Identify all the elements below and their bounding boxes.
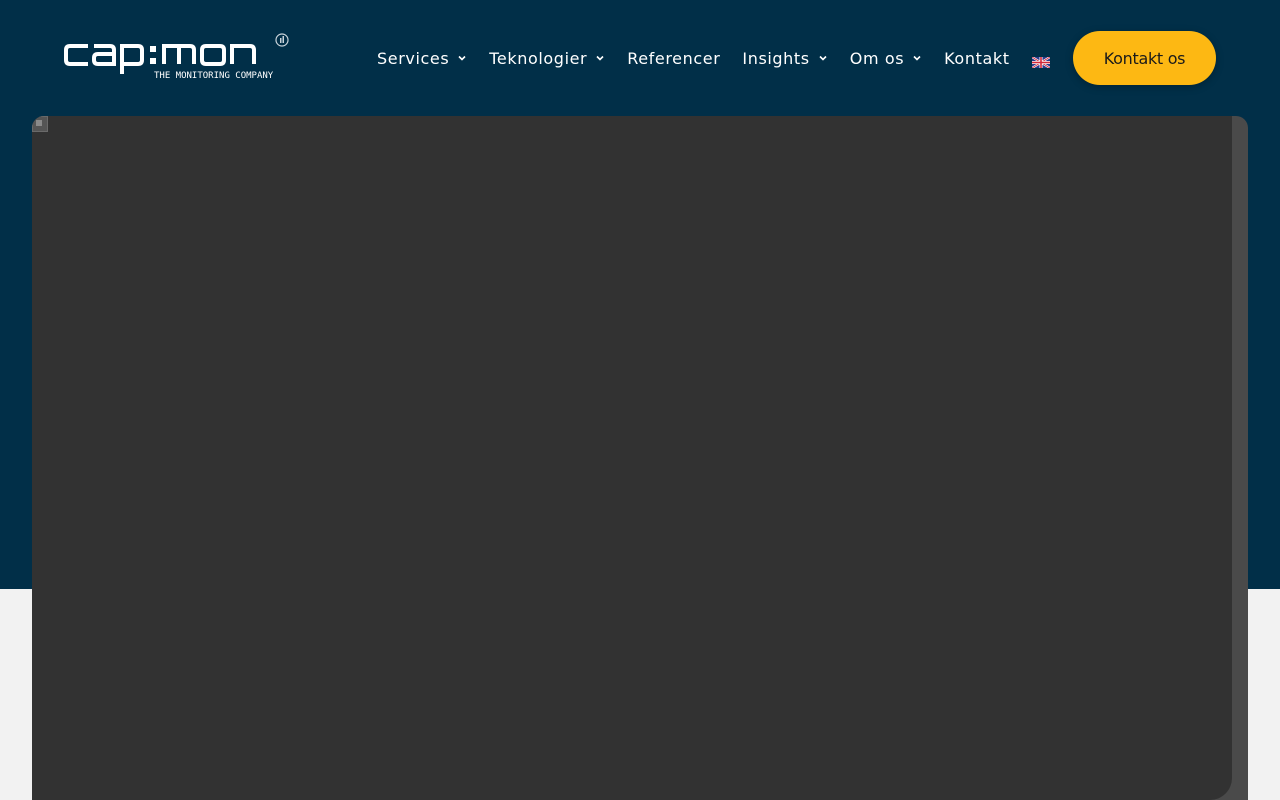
broken-image-icon	[32, 116, 48, 132]
capmon-logo-icon: THE MONITORING COMPANY	[64, 33, 289, 81]
nav-item-insights[interactable]: Insights	[742, 49, 827, 68]
nav-item-label: Services	[377, 48, 450, 68]
uk-flag-icon[interactable]	[1031, 53, 1051, 69]
contact-us-button[interactable]: Kontakt os	[1073, 31, 1216, 85]
hero-video-placeholder[interactable]	[32, 116, 1232, 800]
chevron-down-icon	[595, 53, 605, 63]
nav-item-label: Referencer	[627, 48, 721, 68]
nav-item-label: Om os	[849, 48, 905, 68]
site-logo[interactable]: THE MONITORING COMPANY	[64, 32, 290, 82]
nav-item-label: Teknologier	[489, 48, 588, 68]
chevron-down-icon	[457, 53, 467, 63]
nav-item-om-os[interactable]: Om os	[850, 49, 922, 68]
nav-item-services[interactable]: Services	[377, 49, 467, 68]
chevron-down-icon	[912, 53, 922, 63]
hero-media-frame	[32, 116, 1248, 800]
nav-item-teknologier[interactable]: Teknologier	[489, 49, 605, 68]
nav-item-label: Kontakt	[944, 48, 1010, 68]
nav-item-kontakt[interactable]: Kontakt	[944, 49, 1009, 68]
site-header: THE MONITORING COMPANY Services Teknolog…	[0, 0, 1280, 116]
nav-item-label: Insights	[742, 48, 810, 68]
main-nav: Services Teknologier Referencer Insights…	[377, 44, 1051, 72]
nav-item-referencer[interactable]: Referencer	[627, 49, 720, 68]
svg-text:THE MONITORING COMPANY: THE MONITORING COMPANY	[154, 71, 274, 81]
chevron-down-icon	[818, 53, 828, 63]
